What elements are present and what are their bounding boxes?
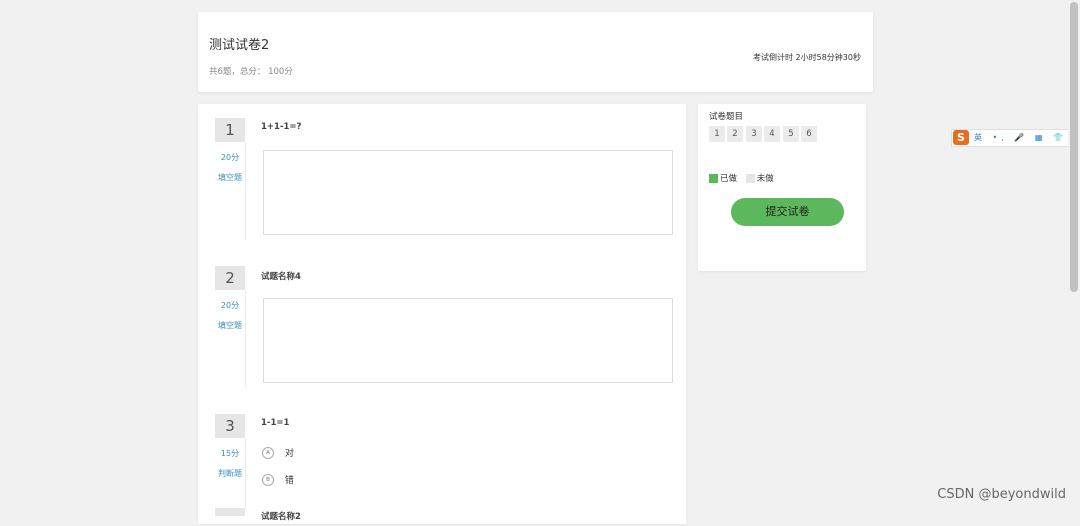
question-score: 15分 [220,449,240,458]
nav-question-3[interactable]: 3 [746,126,762,142]
nav-question-6[interactable]: 6 [801,126,817,142]
legend-undone-label: 未做 [756,174,774,184]
question-number [215,508,245,516]
question-item: 3 15分 判断题 1-1=1 A 对 B 错 [198,414,686,508]
legend-done-label: 已做 [720,174,738,184]
question-score: 20分 [220,153,240,162]
question-text: 1+1-1=? [261,122,302,132]
option-label: 对 [284,449,294,459]
status-legend: 已做 未做 [709,172,774,184]
answer-input[interactable] [263,150,673,235]
countdown-timer: 考试倒计时 2小时58分钟30秒 [753,53,861,62]
exam-header: 测试试卷2 共6题，总分： 100分 考试倒计时 2小时58分钟30秒 [198,12,873,92]
undone-swatch [745,174,755,183]
submit-exam-button[interactable]: 提交试卷 [731,198,844,226]
question-navigator: 试卷题目 1 2 3 4 5 6 已做 未做 提交试卷 [698,104,866,271]
question-type: 填空题 [218,173,242,182]
question-number: 1 [215,118,245,142]
question-score: 20分 [220,301,240,310]
question-number: 3 [215,414,245,438]
nav-question-2[interactable]: 2 [727,126,743,142]
question-item: 1 20分 填空题 1+1-1=? [198,118,686,243]
navigator-title: 试卷题目 [709,112,744,122]
scrollbar-thumb[interactable] [1070,2,1078,292]
done-swatch [709,174,718,183]
nav-question-1[interactable]: 1 [709,126,725,142]
question-item: 试题名称2 [198,506,686,526]
question-item: 2 20分 填空题 试题名称4 [198,266,686,391]
question-list: 1 20分 填空题 1+1-1=? 2 20分 填空题 试题名称4 3 15分 … [198,104,686,524]
option-label: 错 [284,476,294,486]
page-scrollbar[interactable] [1068,0,1080,512]
option-b[interactable]: B 错 [262,473,294,487]
question-number: 2 [215,266,245,290]
nav-question-4[interactable]: 4 [764,126,780,142]
radio-circle-icon[interactable]: B [262,473,274,486]
nav-question-5[interactable]: 5 [783,126,799,142]
csdn-watermark: CSDN @beyondwild [937,487,1066,502]
question-type: 填空题 [218,321,242,330]
ime-toolbar[interactable]: S 英 •, 🎤 ▦ 👕 ☁ ▦ ✲ [951,129,1080,147]
radio-circle-icon[interactable]: A [262,446,274,459]
exam-meta: 共6题，总分： 100分 [209,67,293,77]
option-a[interactable]: A 对 [262,446,294,460]
question-text: 试题名称4 [261,272,301,282]
ime-tool-icons[interactable]: 英 •, 🎤 ▦ 👕 ☁ ▦ ✲ [974,132,1080,143]
exam-title: 测试试卷2 [209,38,270,53]
question-text: 1-1=1 [261,418,290,428]
answer-input[interactable] [263,298,673,383]
question-type: 判断题 [218,469,242,478]
sogou-logo-icon[interactable]: S [953,130,969,145]
